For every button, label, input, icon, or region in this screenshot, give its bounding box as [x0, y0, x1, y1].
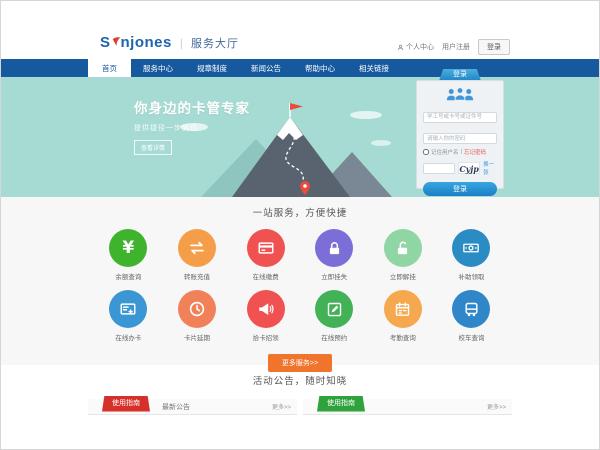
service-label: 在线办卡 [94, 332, 163, 342]
service-label: 立即解挂 [369, 271, 438, 281]
separator: | [461, 149, 462, 155]
nav-item-home[interactable]: 首页 [88, 59, 131, 77]
login-panel: 登录 [416, 69, 504, 189]
services-section: 一站服务，方便快捷 ¥ 余额查询 转账充值 [1, 197, 599, 365]
megaphone-icon [247, 290, 285, 328]
announcements-section: 活动公告，随时知晓 使用指南 最新公告 更多>> 使用指南 更多>> [1, 365, 599, 415]
service-subsidy[interactable]: 补助领取 [437, 229, 506, 281]
guide-panel-left: 使用指南 最新公告 更多>> [88, 399, 297, 415]
logo-text-suffix: njones [121, 34, 172, 51]
guide-panel-right: 使用指南 更多>> [303, 399, 512, 415]
hero-banner: 你身边的卡管专家 提供捷径一步到位 查看详情 登录 [1, 77, 599, 197]
service-transfer[interactable]: 转账充值 [163, 229, 232, 281]
transfer-icon [178, 229, 216, 267]
nav-item-help-center[interactable]: 帮助中心 [293, 59, 347, 77]
personal-center-label: 个人中心 [406, 42, 434, 52]
yen-glyph: ¥ [122, 238, 134, 258]
service-new-card[interactable]: 在线办卡 [94, 290, 163, 342]
login-submit-button[interactable]: 登录 [423, 182, 497, 196]
card-pay-icon [247, 229, 285, 267]
more-link[interactable]: 更多>> [272, 402, 291, 411]
person-icon [397, 44, 404, 51]
forgot-password-link[interactable]: 忘记密码 [464, 148, 486, 156]
announcements-title: 活动公告，随时知晓 [88, 365, 512, 387]
hero-subtitle: 提供捷径一步到位 [134, 123, 250, 133]
logo-text-prefix: S [100, 34, 111, 51]
panel-tabs: 使用指南 最新公告 更多>> [88, 399, 297, 415]
service-unfreeze[interactable]: 立即解挂 [369, 229, 438, 281]
tab-latest-news[interactable]: 最新公告 [162, 402, 190, 412]
hero-title: 你身边的卡管专家 [134, 97, 250, 117]
register-link[interactable]: 用户注册 [442, 42, 470, 52]
edit-icon [315, 290, 353, 328]
header-login-button[interactable]: 登录 [478, 39, 510, 55]
service-card-extension[interactable]: 卡片延期 [163, 290, 232, 342]
captcha-input[interactable] [423, 163, 455, 174]
service-label: 余额查询 [94, 271, 163, 281]
lock-icon [315, 229, 353, 267]
users-icon [423, 87, 497, 101]
service-lost-found[interactable]: 拾卡招领 [231, 290, 300, 342]
service-label: 在线缴费 [231, 271, 300, 281]
nav-item-service-center[interactable]: 服务中心 [131, 59, 185, 77]
password-input[interactable] [423, 133, 497, 144]
service-label: 考勤查询 [369, 332, 438, 342]
portal-page: S njones | 服务大厅 个人中心 用户注册 [0, 0, 600, 450]
logo-link[interactable]: S njones | 服务大厅 [100, 34, 239, 51]
service-label: 转账充值 [163, 271, 232, 281]
portal-title: 服务大厅 [191, 35, 239, 51]
username-input[interactable] [423, 112, 497, 123]
services-grid: ¥ 余额查询 转账充值 [88, 219, 512, 351]
service-label: 校车查询 [437, 332, 506, 342]
service-label: 卡片延期 [163, 332, 232, 342]
captcha-refresh-link[interactable]: 换一张 [483, 160, 497, 176]
service-report-loss[interactable]: 立即挂失 [300, 229, 369, 281]
bus-icon [452, 290, 490, 328]
services-title: 一站服务，方便快捷 [88, 197, 512, 219]
nav-item-news[interactable]: 新闻公告 [239, 59, 293, 77]
new-card-icon [109, 290, 147, 328]
main-nav: 首页 服务中心 规章制度 新闻公告 帮助中心 相关链接 [1, 59, 599, 77]
hero-cta-button[interactable]: 查看详情 [134, 140, 172, 155]
nav-item-links[interactable]: 相关链接 [347, 59, 401, 77]
service-label: 拾卡招领 [231, 332, 300, 342]
panel-tabs: 使用指南 更多>> [303, 399, 512, 415]
header: S njones | 服务大厅 个人中心 用户注册 [1, 1, 599, 59]
nav-item-regulations[interactable]: 规章制度 [185, 59, 239, 77]
service-online-payment[interactable]: 在线缴费 [231, 229, 300, 281]
service-online-booking[interactable]: 在线预约 [300, 290, 369, 342]
tab-usage-guide[interactable]: 使用指南 [317, 396, 365, 412]
remember-checkbox[interactable] [423, 149, 429, 155]
clock-icon [178, 290, 216, 328]
calendar-icon [384, 290, 422, 328]
service-label: 立即挂失 [300, 271, 369, 281]
logo-divider: | [180, 36, 183, 50]
banknote-icon [452, 229, 490, 267]
logo-swoosh-icon [112, 36, 121, 47]
tab-usage-guide[interactable]: 使用指南 [102, 396, 150, 412]
service-label: 在线预约 [300, 332, 369, 342]
unlock-icon [384, 229, 422, 267]
captcha-image[interactable]: Cyjp [458, 162, 480, 174]
yen-icon: ¥ [109, 229, 147, 267]
personal-center-link[interactable]: 个人中心 [397, 42, 434, 52]
more-link[interactable]: 更多>> [487, 402, 506, 411]
remember-label: 记住用户名 [431, 148, 459, 156]
service-label: 补助领取 [437, 271, 506, 281]
service-balance[interactable]: ¥ 余额查询 [94, 229, 163, 281]
header-actions: 个人中心 用户注册 登录 [397, 39, 510, 55]
login-form: 记住用户名 | 忘记密码 Cyjp 换一张 登录 [416, 80, 504, 189]
service-school-bus[interactable]: 校车查询 [437, 290, 506, 342]
register-label: 用户注册 [442, 42, 470, 52]
hero-copy: 你身边的卡管专家 提供捷径一步到位 查看详情 [134, 97, 250, 155]
service-attendance[interactable]: 考勤查询 [369, 290, 438, 342]
